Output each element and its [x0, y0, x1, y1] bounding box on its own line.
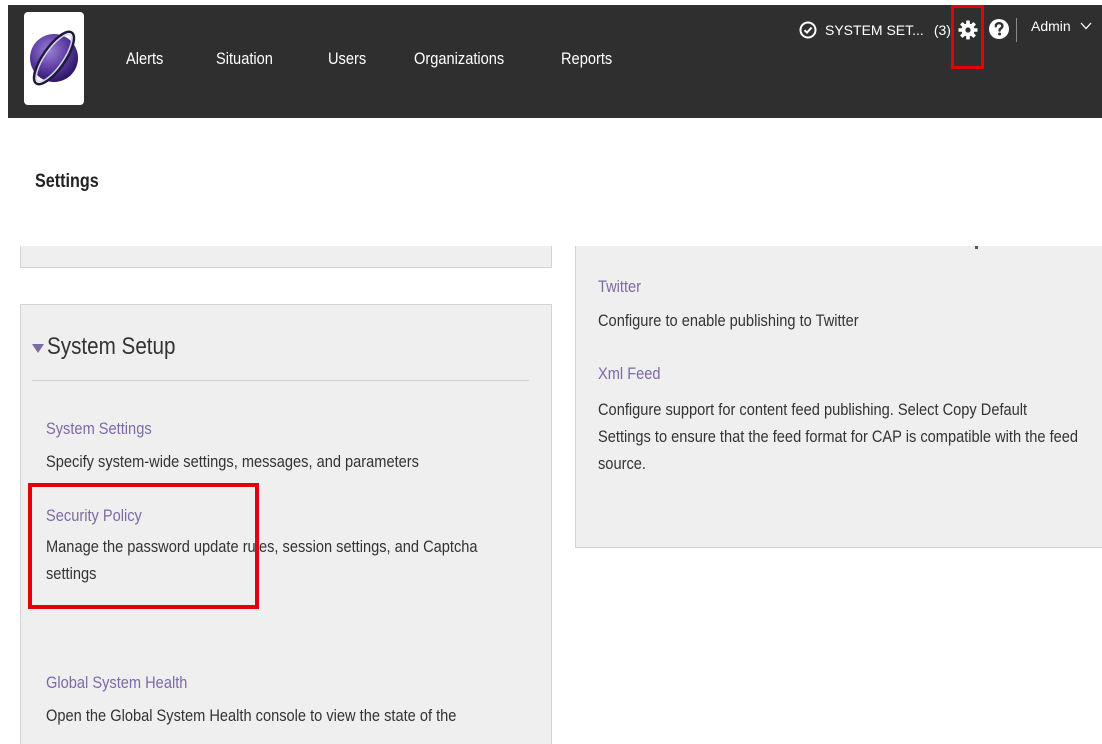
system-settings-link[interactable]: System Settings	[46, 419, 152, 439]
panel-marker	[975, 246, 978, 249]
nav-alerts[interactable]: Alerts	[126, 49, 163, 69]
security-policy-description: Manage the password update rules, sessio…	[46, 537, 478, 583]
user-menu[interactable]: Admin	[1031, 18, 1092, 34]
status-label: SYSTEM SET...	[825, 22, 924, 38]
global-system-health-description: Open the Global System Health console to…	[46, 706, 457, 725]
page-title: Settings	[35, 171, 99, 192]
status-count: (3)	[933, 22, 951, 38]
section-title: System Setup	[47, 333, 176, 360]
help-icon	[989, 19, 1009, 39]
help-button[interactable]	[988, 18, 1010, 40]
twitter-link[interactable]: Twitter	[598, 277, 641, 297]
security-policy-link[interactable]: Security Policy	[46, 506, 142, 526]
check-circle-icon	[799, 21, 817, 39]
section-divider	[32, 380, 529, 381]
xml-feed-link[interactable]: Xml Feed	[598, 364, 661, 384]
twitter-description: Configure to enable publishing to Twitte…	[598, 311, 859, 330]
system-setup-toggle[interactable]: System Setup	[32, 333, 196, 361]
toolbar-divider	[1016, 18, 1017, 42]
system-status-indicator[interactable]: SYSTEM SET... (3)	[799, 17, 951, 43]
nav-users[interactable]: Users	[328, 49, 366, 69]
user-name: Admin	[1031, 18, 1071, 34]
settings-panel-fragment	[20, 246, 552, 268]
globe-logo-icon	[30, 30, 78, 86]
nav-reports[interactable]: Reports	[561, 49, 612, 69]
caret-down-icon	[32, 344, 44, 353]
global-system-health-link[interactable]: Global System Health	[46, 673, 187, 693]
app-logo[interactable]	[24, 12, 84, 105]
nav-situation[interactable]: Situation	[216, 49, 273, 69]
settings-button[interactable]	[951, 5, 984, 69]
xml-feed-description: Configure support for content feed publi…	[598, 400, 1079, 473]
nav-organizations[interactable]: Organizations	[414, 49, 504, 69]
gear-icon	[958, 20, 978, 40]
chevron-down-icon	[1080, 22, 1092, 30]
system-settings-description: Specify system-wide settings, messages, …	[46, 452, 419, 471]
